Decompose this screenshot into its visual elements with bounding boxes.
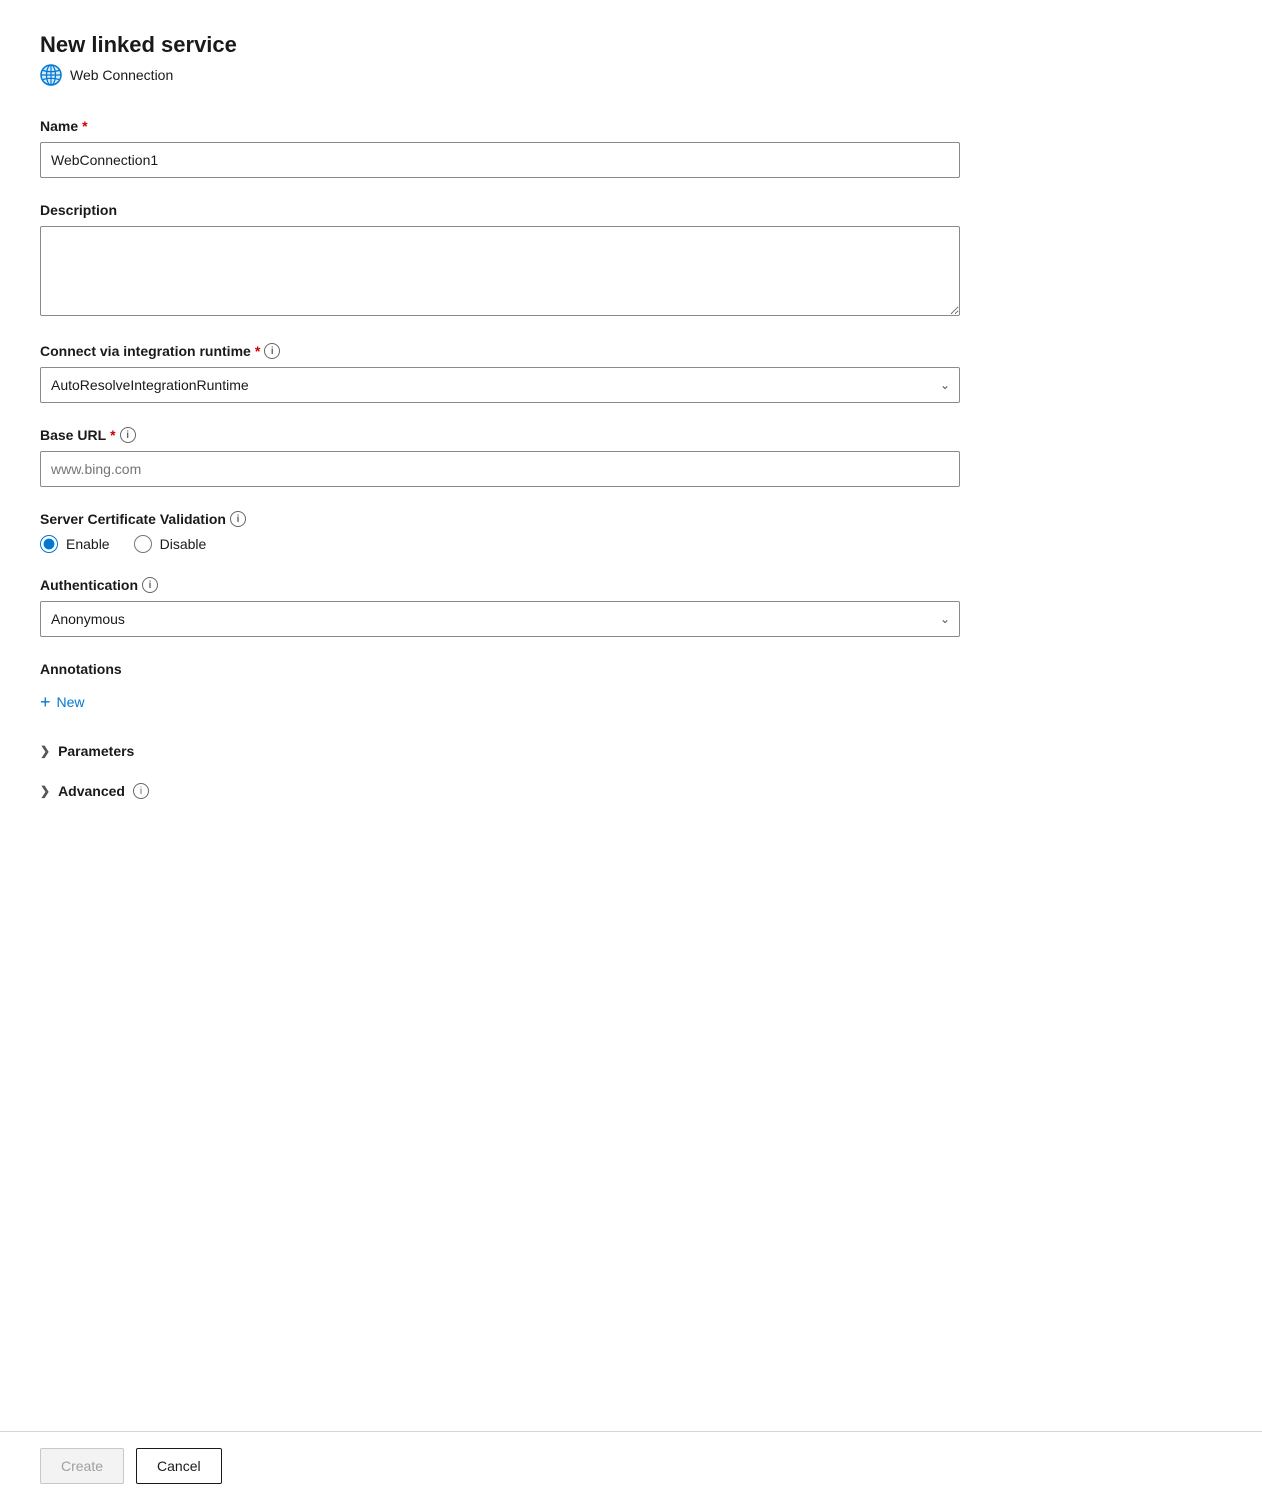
parameters-label: Parameters — [58, 743, 134, 759]
main-content: New linked service Web Connection Name * — [0, 0, 1000, 1431]
runtime-required: * — [255, 343, 260, 359]
advanced-chevron-icon: ❯ — [40, 784, 50, 798]
plus-icon: + — [40, 693, 51, 711]
enable-radio[interactable] — [40, 535, 58, 553]
base-url-required: * — [110, 427, 115, 443]
runtime-info-icon[interactable]: i — [264, 343, 280, 359]
globe-icon — [40, 64, 62, 86]
name-input[interactable] — [40, 142, 960, 178]
advanced-info-icon[interactable]: i — [133, 783, 149, 799]
cert-validation-radio-group: Enable Disable — [40, 535, 960, 553]
authentication-select[interactable]: Anonymous — [40, 601, 960, 637]
authentication-group: Authentication i Anonymous ⌄ — [40, 577, 960, 637]
authentication-select-wrapper: Anonymous ⌄ — [40, 601, 960, 637]
description-group: Description — [40, 202, 960, 319]
runtime-select-wrapper: AutoResolveIntegrationRuntime ⌄ — [40, 367, 960, 403]
base-url-info-icon[interactable]: i — [120, 427, 136, 443]
page-container: New linked service Web Connection Name * — [0, 0, 1262, 1500]
cancel-button[interactable]: Cancel — [136, 1448, 222, 1484]
cert-validation-info-icon[interactable]: i — [230, 511, 246, 527]
enable-label: Enable — [66, 536, 110, 552]
subtitle-text: Web Connection — [70, 67, 173, 83]
advanced-label: Advanced — [58, 783, 125, 799]
page-title: New linked service — [40, 32, 960, 58]
create-button: Create — [40, 1448, 124, 1484]
name-required: * — [82, 118, 87, 134]
disable-radio[interactable] — [134, 535, 152, 553]
parameters-chevron-icon: ❯ — [40, 744, 50, 758]
base-url-input[interactable] — [40, 451, 960, 487]
annotations-section: Annotations + New — [40, 661, 960, 715]
runtime-select[interactable]: AutoResolveIntegrationRuntime — [40, 367, 960, 403]
annotations-title: Annotations — [40, 661, 960, 677]
authentication-info-icon[interactable]: i — [142, 577, 158, 593]
parameters-header[interactable]: ❯ Parameters — [40, 739, 134, 763]
description-textarea[interactable] — [40, 226, 960, 316]
cert-validation-label: Server Certificate Validation i — [40, 511, 960, 527]
name-label: Name * — [40, 118, 960, 134]
name-group: Name * — [40, 118, 960, 178]
disable-radio-option[interactable]: Disable — [134, 535, 207, 553]
description-label: Description — [40, 202, 960, 218]
authentication-label: Authentication i — [40, 577, 960, 593]
new-annotation-button[interactable]: + New — [40, 689, 85, 715]
base-url-label: Base URL * i — [40, 427, 960, 443]
cert-validation-group: Server Certificate Validation i Enable D… — [40, 511, 960, 553]
new-annotation-label: New — [57, 694, 85, 710]
parameters-section: ❯ Parameters — [40, 739, 960, 763]
enable-radio-option[interactable]: Enable — [40, 535, 110, 553]
integration-runtime-group: Connect via integration runtime * i Auto… — [40, 343, 960, 403]
base-url-group: Base URL * i — [40, 427, 960, 487]
integration-runtime-label: Connect via integration runtime * i — [40, 343, 960, 359]
footer-bar: Create Cancel — [0, 1431, 1262, 1500]
advanced-section: ❯ Advanced i — [40, 779, 960, 803]
subtitle-row: Web Connection — [40, 64, 960, 86]
advanced-header[interactable]: ❯ Advanced i — [40, 779, 149, 803]
disable-label: Disable — [160, 536, 207, 552]
